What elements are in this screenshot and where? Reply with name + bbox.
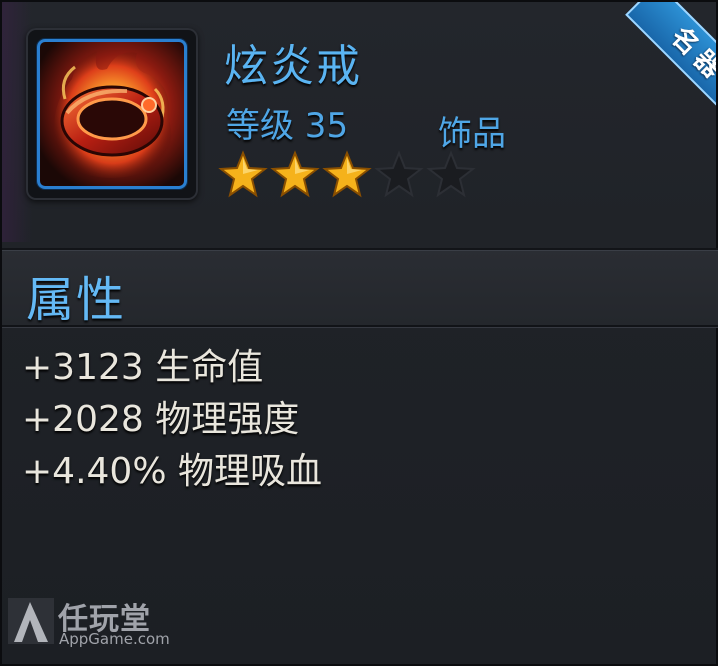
attributes-heading: 属性 [26,272,127,328]
star-empty-icon [426,150,476,198]
watermark-url: AppGame.com [59,630,170,648]
appgame-logo [8,598,54,644]
item-level: 等级 35 [226,106,349,146]
attribute-line: +2028 物理强度 [22,399,300,440]
attribute-line: +4.40% 物理吸血 [22,451,322,492]
divider [2,327,718,328]
item-icon-frame[interactable] [26,28,198,200]
item-category: 饰品 [438,114,506,154]
rarity-badge-label: 名器 [625,2,716,122]
flaming-ring-icon [37,39,187,189]
star-filled-icon [322,150,372,198]
star-empty-icon [374,150,424,198]
attribute-line: +3123 生命值 [22,347,264,388]
star-filled-icon [270,150,320,198]
rarity-badge: 名器 [596,2,716,122]
item-tooltip-card: 炫炎戒 等级 35 饰品 名器 属性 +3123 生命值 +2028 物理强度 … [0,0,718,666]
item-name: 炫炎戒 [224,41,362,92]
star-filled-icon [218,150,268,198]
